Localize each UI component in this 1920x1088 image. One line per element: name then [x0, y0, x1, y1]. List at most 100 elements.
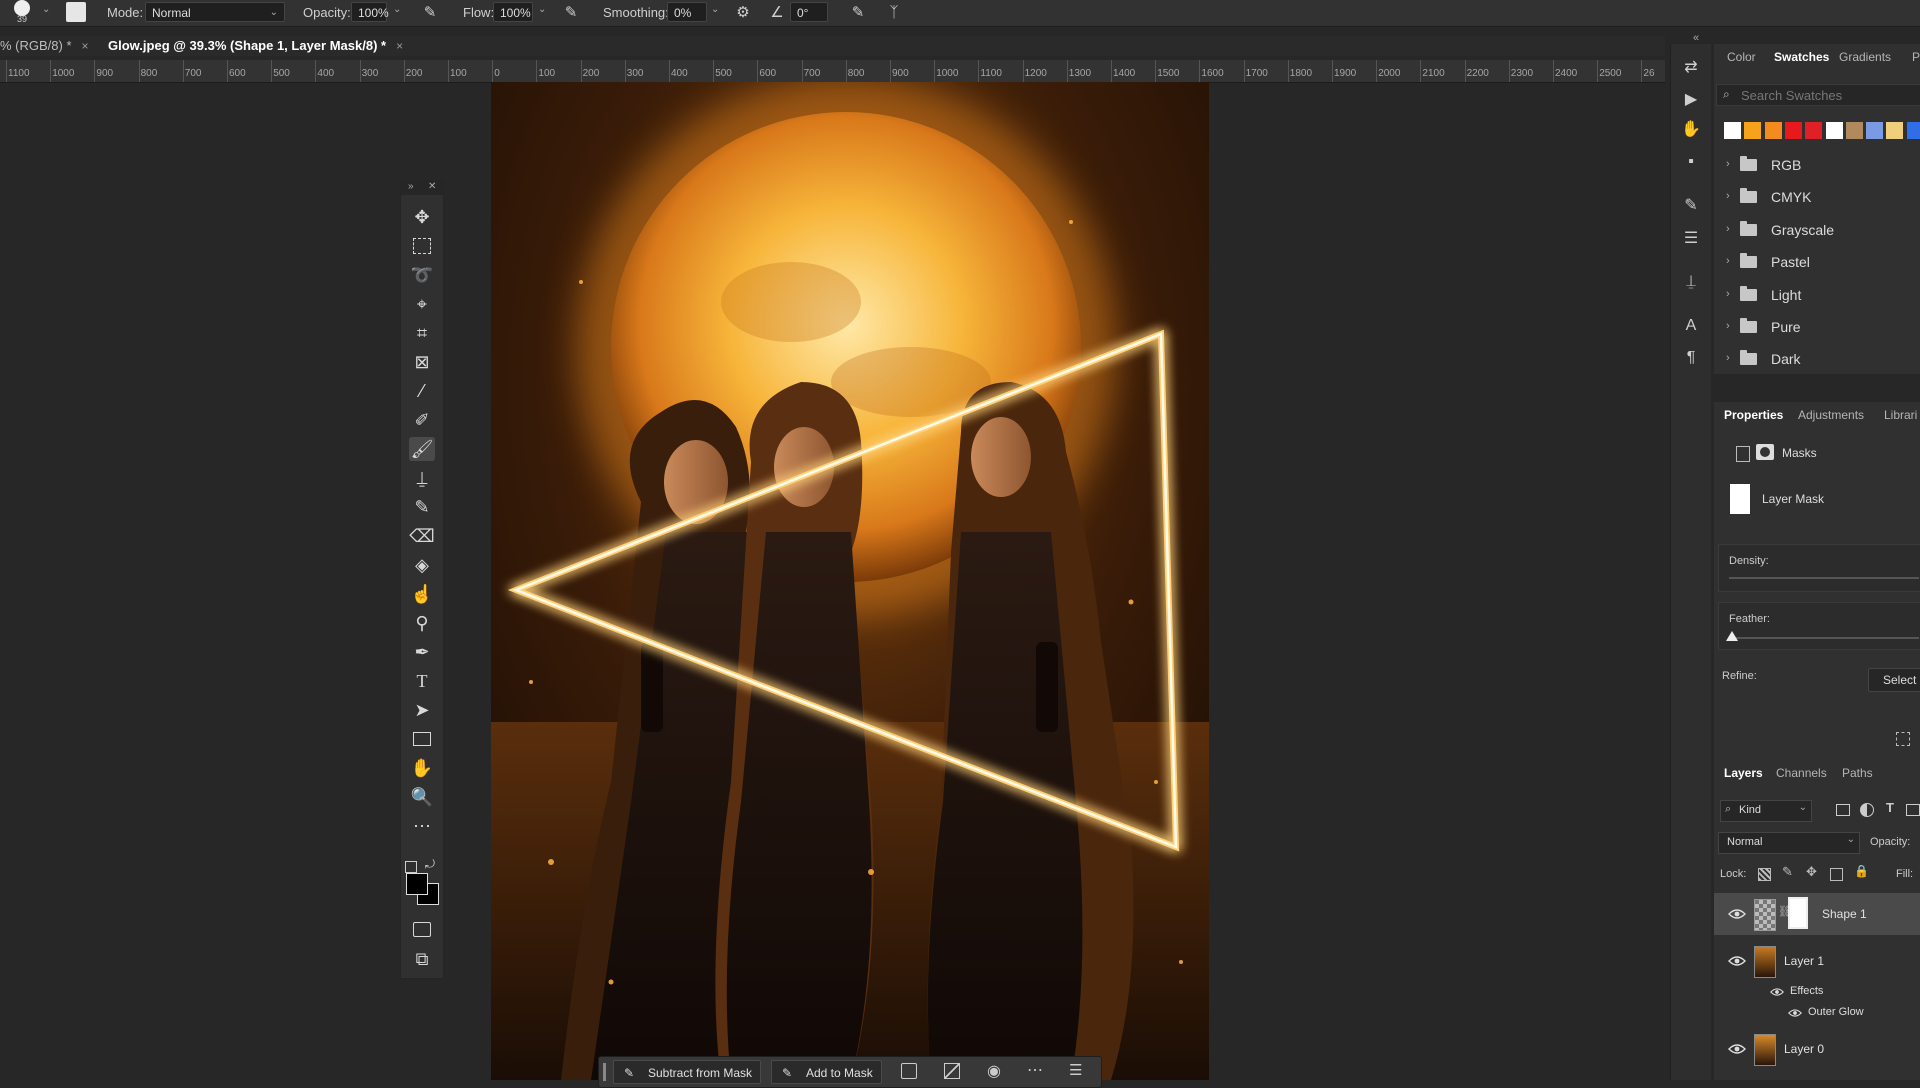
smudge-tool[interactable]: ☝ [409, 582, 435, 606]
chevron-right-icon[interactable]: › [1726, 223, 1730, 235]
swatch-folder-pure[interactable]: › Pure [1714, 312, 1920, 344]
feather-slider[interactable] [1729, 637, 1919, 639]
tab-color[interactable]: Color [1727, 44, 1756, 70]
pressure-opacity-icon[interactable]: ✎ [420, 3, 440, 23]
swatch-folder-light[interactable]: › Light [1714, 280, 1920, 312]
close-icon[interactable]: ✕ [428, 181, 436, 192]
actions-play-icon[interactable]: ▶ [1679, 88, 1703, 112]
pixel-mask-icon[interactable] [1736, 446, 1750, 462]
lock-artboard-icon[interactable] [1830, 868, 1843, 881]
brush-settings-icon[interactable] [66, 2, 86, 22]
zoom-tool[interactable]: 🔍 [409, 785, 435, 809]
kind-filter-select[interactable]: ⌕ Kind ⌄ [1720, 800, 1812, 822]
eye-icon[interactable] [1770, 987, 1784, 997]
tab-libraries[interactable]: Librari [1884, 402, 1917, 428]
quick-mask-icon[interactable] [409, 917, 435, 941]
swatch-folder-dark[interactable]: › Dark [1714, 344, 1920, 376]
subtract-from-mask-button[interactable]: ✎ Subtract from Mask [613, 1060, 762, 1084]
outer-glow-row[interactable]: Outer Glow [1714, 1003, 1920, 1023]
clone-source-icon[interactable]: ⍊ [1679, 270, 1703, 294]
color-swatch[interactable] [1845, 122, 1863, 139]
chevron-right-icon[interactable]: › [1726, 190, 1730, 202]
comments-icon[interactable]: ▪ [1679, 150, 1703, 174]
color-swatch[interactable] [1724, 122, 1741, 139]
frame-tool[interactable]: ⊠ [409, 350, 435, 374]
eye-icon[interactable] [1728, 908, 1746, 920]
invert-mask-icon[interactable] [944, 1063, 960, 1079]
filter-type-icon[interactable]: T [1886, 800, 1894, 815]
layer-row-layer-0[interactable]: Layer 0 [1714, 1028, 1920, 1070]
smoothing-field[interactable]: 0% [667, 2, 707, 22]
character-icon[interactable]: A [1679, 314, 1703, 338]
settings-sliders-icon[interactable]: ☰ [1069, 1061, 1082, 1079]
tab-patterns[interactable]: Pa [1912, 44, 1920, 70]
paragraph-icon[interactable]: ¶ [1679, 346, 1703, 370]
swatches-search[interactable]: ⌕ Search Swatches [1716, 84, 1920, 106]
brush-preset-picker[interactable]: 39 ⌄ [14, 0, 50, 26]
tab-paths[interactable]: Paths [1842, 760, 1873, 786]
screen-mode-icon[interactable]: ⧉ [409, 947, 435, 971]
lock-image-icon[interactable]: ✎ [1782, 864, 1793, 880]
airbrush-icon[interactable]: ✎ [561, 3, 581, 23]
lock-all-icon[interactable]: 🔒 [1854, 864, 1869, 878]
angle-field[interactable]: 0° [790, 2, 828, 22]
tab-glow-document[interactable]: Glow.jpeg @ 39.3% (Shape 1, Layer Mask/8… [108, 36, 403, 56]
eyedropper-tool[interactable]: ⁄ [409, 379, 435, 403]
paint-bucket-tool[interactable]: ◈ [409, 553, 435, 577]
close-icon[interactable]: × [82, 39, 89, 53]
path-selection-tool[interactable]: ➤ [409, 698, 435, 722]
eye-icon[interactable] [1788, 1008, 1802, 1018]
foreground-color-swatch[interactable] [406, 873, 428, 895]
tab-rgb-document[interactable]: % (RGB/8) * × [0, 36, 89, 56]
tab-swatches[interactable]: Swatches [1774, 44, 1829, 70]
load-selection-icon[interactable] [1896, 732, 1910, 746]
chevron-right-icon[interactable]: › [1726, 158, 1730, 170]
color-swatch[interactable] [1744, 122, 1762, 139]
gear-icon[interactable]: ⚙ [733, 3, 753, 23]
opacity-field[interactable]: 100% [351, 2, 389, 22]
filter-pixel-icon[interactable] [1836, 804, 1850, 816]
crop-tool[interactable]: ⌗ [409, 321, 435, 345]
rectangular-marquee-tool[interactable] [409, 234, 435, 258]
rectangle-tool[interactable] [409, 727, 435, 751]
symmetry-icon[interactable]: ᛉ [884, 3, 904, 23]
mode-select[interactable]: Normal ⌄ [145, 2, 285, 22]
swatch-folder-cmyk[interactable]: › CMYK [1714, 182, 1920, 214]
tab-properties[interactable]: Properties [1724, 402, 1783, 428]
eye-icon[interactable] [1728, 1043, 1746, 1055]
layer-mask-thumbnail[interactable] [1730, 484, 1750, 514]
history-icon[interactable]: ⇄ [1679, 56, 1703, 80]
add-to-mask-button[interactable]: ✎ Add to Mask [771, 1060, 882, 1084]
brush-tool[interactable]: 🖌 [409, 437, 435, 461]
color-swatch[interactable] [1866, 122, 1884, 139]
pen-tool[interactable]: ✒ [409, 640, 435, 664]
brush-settings-icon[interactable]: ✎ [1679, 194, 1703, 218]
eye-icon[interactable] [1728, 955, 1746, 967]
eraser-tool[interactable]: ⌫ [409, 524, 435, 548]
chevron-right-icon[interactable]: › [1726, 288, 1730, 300]
swap-colors-icon[interactable]: ⤾ [425, 857, 435, 872]
collapse-icon[interactable]: » [408, 181, 414, 192]
tab-channels[interactable]: Channels [1776, 760, 1827, 786]
plugins-icon[interactable]: ✋ [1679, 118, 1703, 142]
lock-transparent-icon[interactable] [1758, 868, 1771, 881]
swatch-folder-rgb[interactable]: › RGB [1714, 150, 1920, 182]
adjustments-icon[interactable]: ☰ [1679, 227, 1703, 251]
select-and-mask-button[interactable]: Select [1868, 668, 1920, 692]
mask-options-icon[interactable] [901, 1063, 917, 1079]
effects-row[interactable]: Effects [1714, 982, 1920, 1002]
layer-row-shape-1[interactable]: ⛓ Shape 1 [1714, 893, 1920, 935]
filter-adjustment-icon[interactable] [1860, 803, 1874, 817]
color-swatch[interactable] [1764, 122, 1782, 139]
drag-handle[interactable] [603, 1063, 606, 1081]
layer-mask-thumbnail[interactable] [1788, 897, 1808, 929]
tab-layers[interactable]: Layers [1724, 760, 1763, 786]
color-swatch[interactable] [1886, 122, 1904, 139]
history-brush-tool[interactable]: ✎ [409, 495, 435, 519]
chevron-right-icon[interactable]: › [1726, 255, 1730, 267]
move-tool[interactable]: ✥ [409, 205, 435, 229]
lasso-tool[interactable]: ➰ [409, 263, 435, 287]
quick-selection-tool[interactable]: ⌖ [409, 292, 435, 316]
swatch-folder-pastel[interactable]: › Pastel [1714, 247, 1920, 279]
color-swatch[interactable] [1784, 122, 1802, 139]
